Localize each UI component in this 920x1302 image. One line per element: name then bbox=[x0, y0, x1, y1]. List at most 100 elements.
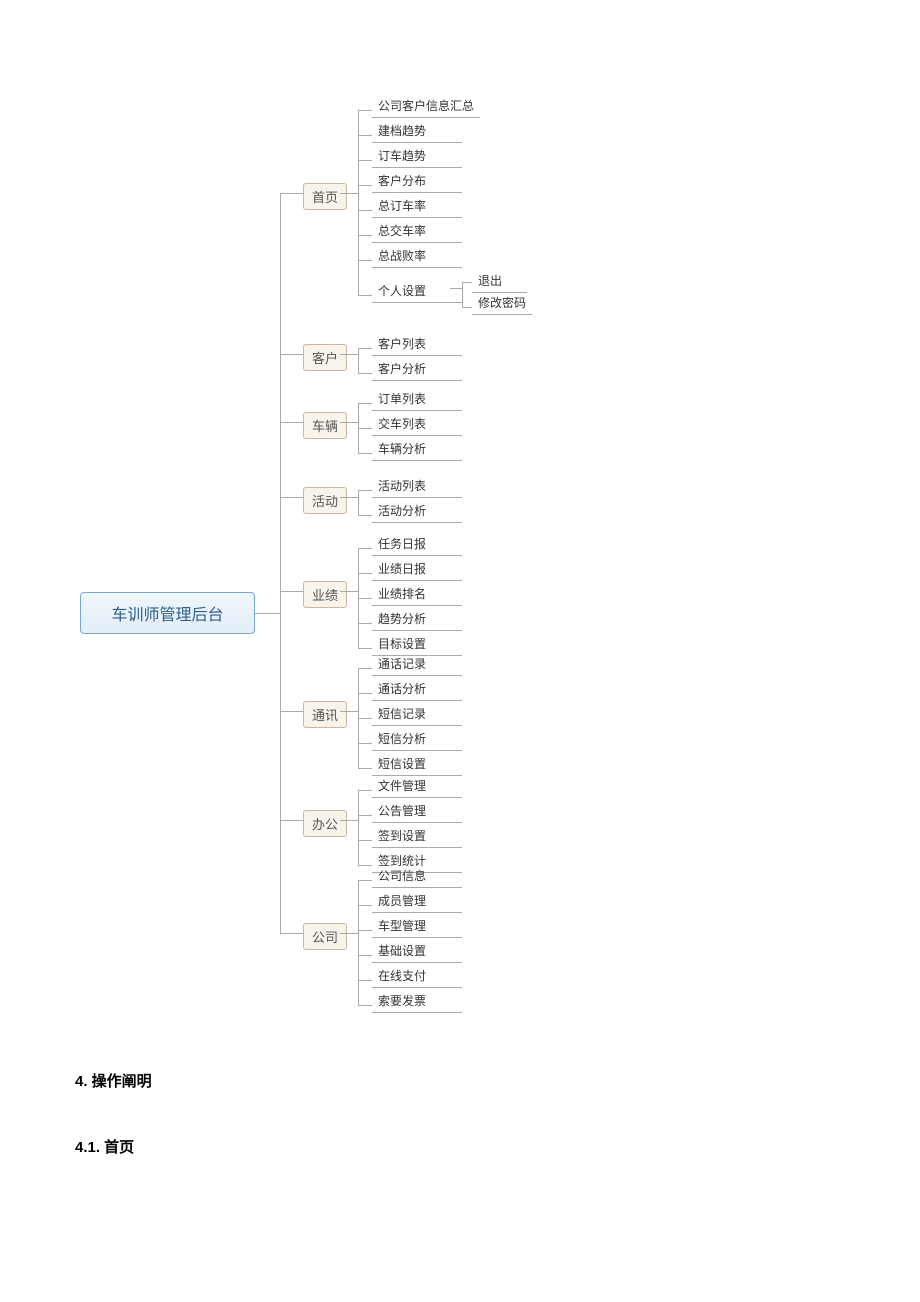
connector bbox=[340, 422, 358, 423]
leaf-company-3: 基础设置 bbox=[372, 940, 462, 963]
connector bbox=[255, 613, 280, 614]
connector bbox=[280, 497, 303, 498]
connector bbox=[358, 348, 359, 373]
leaf-company-1: 成员管理 bbox=[372, 890, 462, 913]
connector bbox=[462, 282, 463, 307]
branch-comm: 通讯 bbox=[303, 701, 347, 728]
leaf-company-5: 索要发票 bbox=[372, 990, 462, 1013]
branch-vehicle: 车辆 bbox=[303, 412, 347, 439]
connector bbox=[358, 160, 372, 161]
connector bbox=[280, 591, 303, 592]
heading-4: 4. 操作阐明 bbox=[75, 1070, 152, 1091]
leaf-performance-3: 趋势分析 bbox=[372, 608, 462, 631]
leaf-comm-0: 通话记录 bbox=[372, 653, 462, 676]
mindmap-diagram: 车训师管理后台 首页 客户 车辆 活动 业绩 通讯 办公 公司 公司客户信息汇总… bbox=[0, 65, 920, 985]
connector bbox=[462, 307, 472, 308]
connector bbox=[358, 865, 372, 866]
connector bbox=[450, 288, 462, 289]
leaf-company-2: 车型管理 bbox=[372, 915, 462, 938]
leaf-home-0: 公司客户信息汇总 bbox=[372, 95, 480, 118]
connector bbox=[280, 193, 303, 194]
connector bbox=[340, 193, 358, 194]
connector bbox=[358, 1005, 372, 1006]
branch-activity: 活动 bbox=[303, 487, 347, 514]
connector bbox=[358, 718, 372, 719]
leaf-comm-2: 短信记录 bbox=[372, 703, 462, 726]
connector bbox=[358, 648, 372, 649]
leaf-home-personal-0: 退出 bbox=[472, 270, 527, 293]
leaf-activity-0: 活动列表 bbox=[372, 475, 462, 498]
connector bbox=[280, 711, 303, 712]
connector bbox=[358, 693, 372, 694]
connector bbox=[340, 820, 358, 821]
leaf-home-1: 建档趋势 bbox=[372, 120, 462, 143]
connector bbox=[280, 354, 303, 355]
connector bbox=[358, 235, 372, 236]
leaf-company-4: 在线支付 bbox=[372, 965, 462, 988]
connector bbox=[358, 110, 359, 296]
connector bbox=[358, 403, 372, 404]
branch-office: 办公 bbox=[303, 810, 347, 837]
leaf-comm-4: 短信设置 bbox=[372, 753, 462, 776]
connector bbox=[340, 933, 358, 934]
connector bbox=[358, 210, 372, 211]
leaf-office-0: 文件管理 bbox=[372, 775, 462, 798]
connector bbox=[358, 428, 372, 429]
leaf-home-7: 个人设置 bbox=[372, 280, 462, 303]
leaf-performance-0: 任务日报 bbox=[372, 533, 462, 556]
branch-home: 首页 bbox=[303, 183, 347, 210]
connector bbox=[358, 295, 372, 296]
connector bbox=[358, 790, 359, 865]
connector bbox=[358, 668, 372, 669]
connector bbox=[358, 815, 372, 816]
branch-performance: 业绩 bbox=[303, 581, 347, 608]
connector bbox=[280, 820, 303, 821]
connector bbox=[358, 490, 359, 515]
text-section: 4. 操作阐明 4.1. 首页 bbox=[75, 1070, 152, 1202]
connector bbox=[358, 840, 372, 841]
leaf-comm-1: 通话分析 bbox=[372, 678, 462, 701]
leaf-home-4: 总订车率 bbox=[372, 195, 462, 218]
connector bbox=[358, 598, 372, 599]
connector bbox=[358, 880, 359, 1005]
connector bbox=[358, 955, 372, 956]
connector bbox=[358, 185, 372, 186]
connector bbox=[358, 110, 372, 111]
leaf-office-2: 签到设置 bbox=[372, 825, 462, 848]
connector bbox=[358, 768, 372, 769]
leaf-vehicle-1: 交车列表 bbox=[372, 413, 462, 436]
leaf-activity-1: 活动分析 bbox=[372, 500, 462, 523]
connector bbox=[358, 790, 372, 791]
leaf-performance-1: 业绩日报 bbox=[372, 558, 462, 581]
connector bbox=[358, 573, 372, 574]
connector bbox=[280, 933, 303, 934]
connector bbox=[280, 422, 303, 423]
connector bbox=[358, 453, 372, 454]
branch-customer: 客户 bbox=[303, 344, 347, 371]
connector bbox=[358, 490, 372, 491]
connector bbox=[280, 193, 281, 934]
leaf-comm-3: 短信分析 bbox=[372, 728, 462, 751]
leaf-office-1: 公告管理 bbox=[372, 800, 462, 823]
leaf-company-0: 公司信息 bbox=[372, 865, 462, 888]
leaf-home-5: 总交车率 bbox=[372, 220, 462, 243]
connector bbox=[358, 373, 372, 374]
leaf-home-2: 订车趋势 bbox=[372, 145, 462, 168]
leaf-home-6: 总战败率 bbox=[372, 245, 462, 268]
connector bbox=[358, 930, 372, 931]
connector bbox=[340, 591, 358, 592]
connector bbox=[340, 711, 358, 712]
connector bbox=[358, 135, 372, 136]
connector bbox=[340, 354, 358, 355]
connector bbox=[358, 743, 372, 744]
connector bbox=[358, 623, 372, 624]
leaf-home-personal-1: 修改密码 bbox=[472, 292, 532, 315]
leaf-customer-0: 客户列表 bbox=[372, 333, 462, 356]
connector bbox=[358, 548, 372, 549]
connector bbox=[358, 880, 372, 881]
connector bbox=[358, 905, 372, 906]
heading-41: 4.1. 首页 bbox=[75, 1136, 152, 1157]
leaf-vehicle-0: 订单列表 bbox=[372, 388, 462, 411]
connector bbox=[340, 497, 358, 498]
connector bbox=[358, 980, 372, 981]
